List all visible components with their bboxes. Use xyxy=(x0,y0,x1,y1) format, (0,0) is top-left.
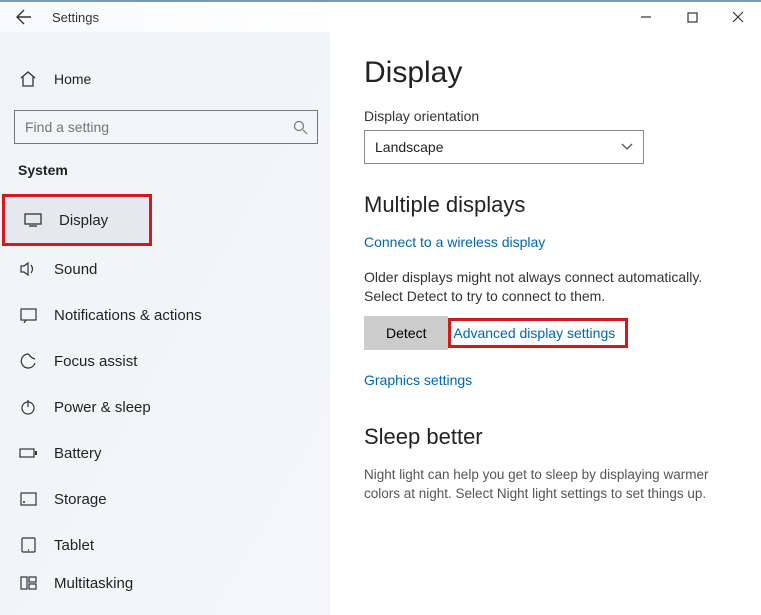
sidebar-item-multitasking[interactable]: Multitasking xyxy=(0,568,330,598)
sidebar-item-label: Multitasking xyxy=(54,575,133,592)
search-field[interactable] xyxy=(15,119,283,135)
chevron-down-icon xyxy=(621,143,633,151)
sidebar-item-sound[interactable]: Sound xyxy=(0,246,330,292)
arrow-left-icon xyxy=(16,9,32,25)
sleep-description: Night light can help you get to sleep by… xyxy=(364,466,734,504)
notifications-icon xyxy=(18,305,38,325)
titlebar: Settings xyxy=(0,2,761,32)
home-nav[interactable]: Home xyxy=(0,56,330,102)
window-title: Settings xyxy=(52,10,99,25)
page-title: Display xyxy=(364,56,747,90)
advanced-display-link[interactable]: Advanced display settings xyxy=(453,325,615,341)
sidebar-item-power-sleep[interactable]: Power & sleep xyxy=(0,384,330,430)
sidebar-item-storage[interactable]: Storage xyxy=(0,476,330,522)
sidebar-item-label: Focus assist xyxy=(54,353,137,370)
focus-assist-icon xyxy=(18,351,38,371)
sidebar-item-label: Storage xyxy=(54,491,107,508)
orientation-value: Landscape xyxy=(375,139,444,155)
maximize-icon xyxy=(687,12,698,23)
detect-description: Older displays might not always connect … xyxy=(364,268,734,306)
power-icon xyxy=(18,397,38,417)
home-icon xyxy=(18,69,38,89)
sidebar-item-label: Display xyxy=(59,212,108,229)
section-label: System xyxy=(0,162,330,178)
home-label: Home xyxy=(54,71,91,87)
maximize-button[interactable] xyxy=(669,2,715,32)
multiple-displays-heading: Multiple displays xyxy=(364,192,747,218)
back-button[interactable] xyxy=(8,2,40,32)
search-icon xyxy=(283,120,317,135)
main-content: Display Display orientation Landscape Mu… xyxy=(330,32,761,615)
orientation-dropdown[interactable]: Landscape xyxy=(364,130,644,164)
search-input[interactable] xyxy=(14,110,318,144)
minimize-button[interactable] xyxy=(623,2,669,32)
sidebar-item-battery[interactable]: Battery xyxy=(0,430,330,476)
graphics-settings-link[interactable]: Graphics settings xyxy=(364,372,747,388)
sidebar: Home System Display xyxy=(0,32,330,615)
sidebar-item-label: Tablet xyxy=(54,537,94,554)
sidebar-item-focus-assist[interactable]: Focus assist xyxy=(0,338,330,384)
sidebar-item-label: Sound xyxy=(54,261,97,278)
close-button[interactable] xyxy=(715,2,761,32)
detect-button[interactable]: Detect xyxy=(364,316,448,350)
minimize-icon xyxy=(640,11,652,23)
sidebar-item-notifications[interactable]: Notifications & actions xyxy=(0,292,330,338)
sidebar-item-tablet[interactable]: Tablet xyxy=(0,522,330,568)
close-icon xyxy=(732,11,744,23)
battery-icon xyxy=(18,443,38,463)
sidebar-item-label: Power & sleep xyxy=(54,399,151,416)
highlight-advanced: Advanced display settings xyxy=(448,318,628,348)
sound-icon xyxy=(18,259,38,279)
wireless-display-link[interactable]: Connect to a wireless display xyxy=(364,234,545,250)
sidebar-item-label: Battery xyxy=(54,445,102,462)
sidebar-item-display[interactable]: Display xyxy=(5,197,149,243)
orientation-label: Display orientation xyxy=(364,108,747,124)
highlight-display: Display xyxy=(2,194,152,246)
tablet-icon xyxy=(18,535,38,555)
sidebar-item-label: Notifications & actions xyxy=(54,307,202,324)
display-icon xyxy=(23,210,43,230)
storage-icon xyxy=(18,489,38,509)
multitasking-icon xyxy=(18,573,38,593)
sleep-better-heading: Sleep better xyxy=(364,424,747,450)
